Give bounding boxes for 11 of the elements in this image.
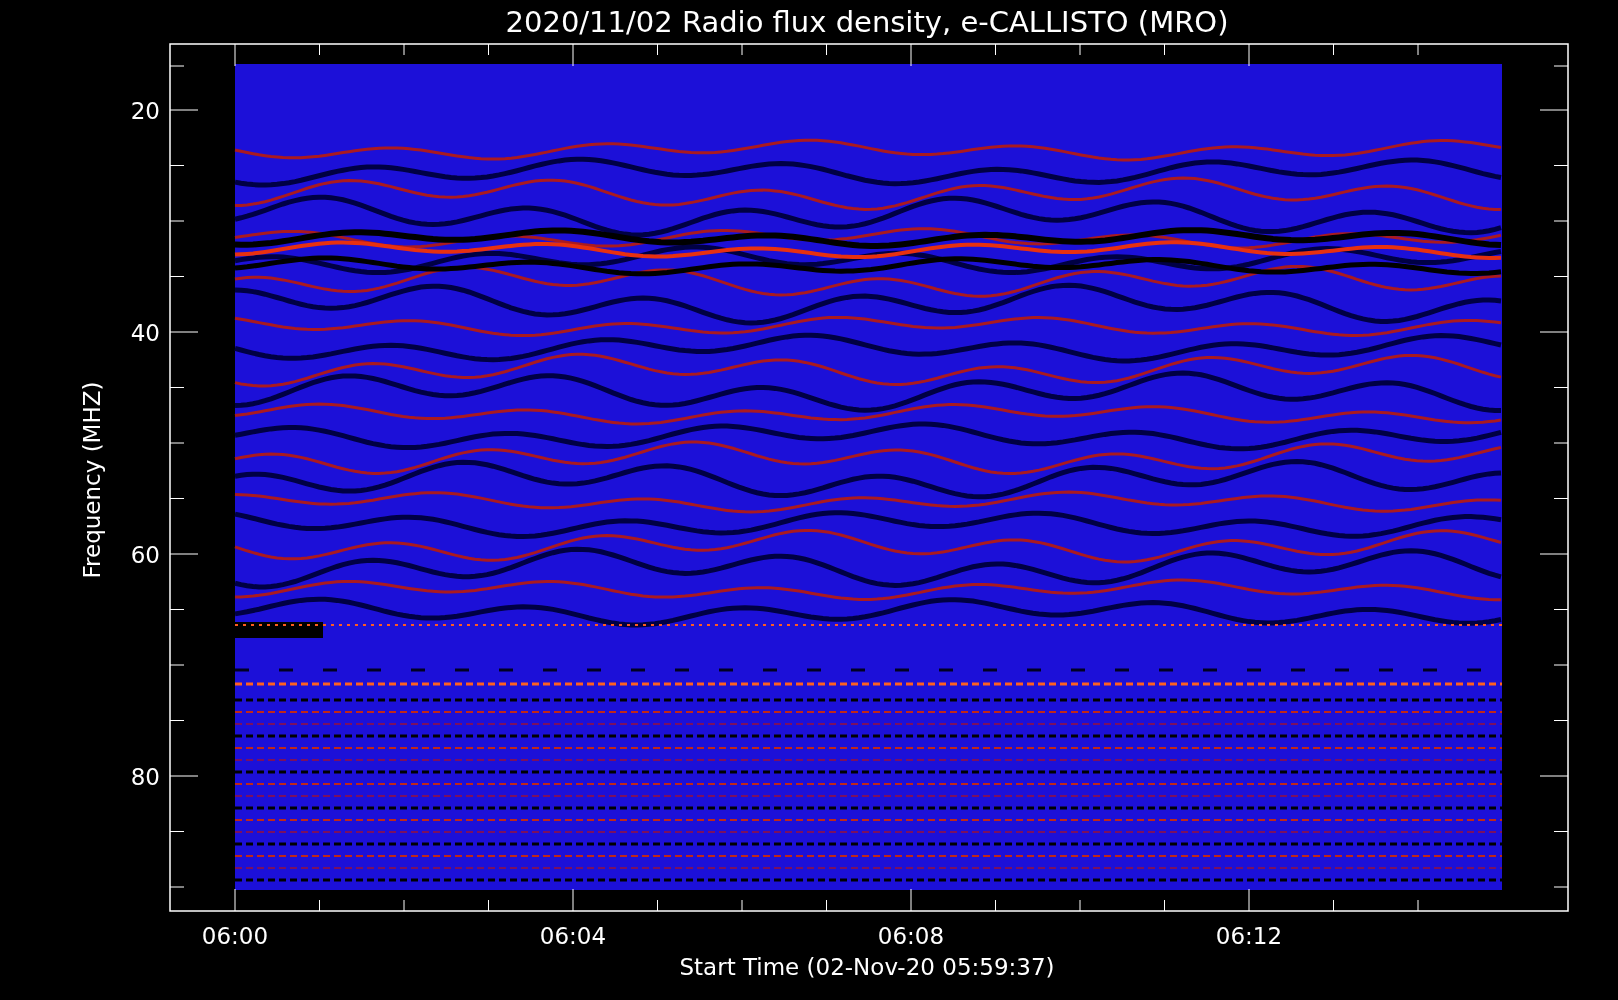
y-tick-label: 80 xyxy=(130,764,160,790)
y-tick-label: 20 xyxy=(130,98,160,124)
y-tick-label: 40 xyxy=(130,320,160,346)
x-tick-label: 06:08 xyxy=(877,923,945,949)
y-tick-label: 60 xyxy=(130,542,160,568)
chart-title: 2020/11/02 Radio flux density, e-CALLISTO (MRO) xyxy=(505,5,1229,39)
x-tick-label: 06:04 xyxy=(539,923,607,949)
x-tick-label: 06:12 xyxy=(1215,923,1283,949)
y-axis-label: Frequency (MHZ) xyxy=(79,381,105,579)
x-axis-label: Start Time (02-Nov-20 05:59:37) xyxy=(679,954,1055,980)
x-tick-label: 06:00 xyxy=(201,923,269,949)
